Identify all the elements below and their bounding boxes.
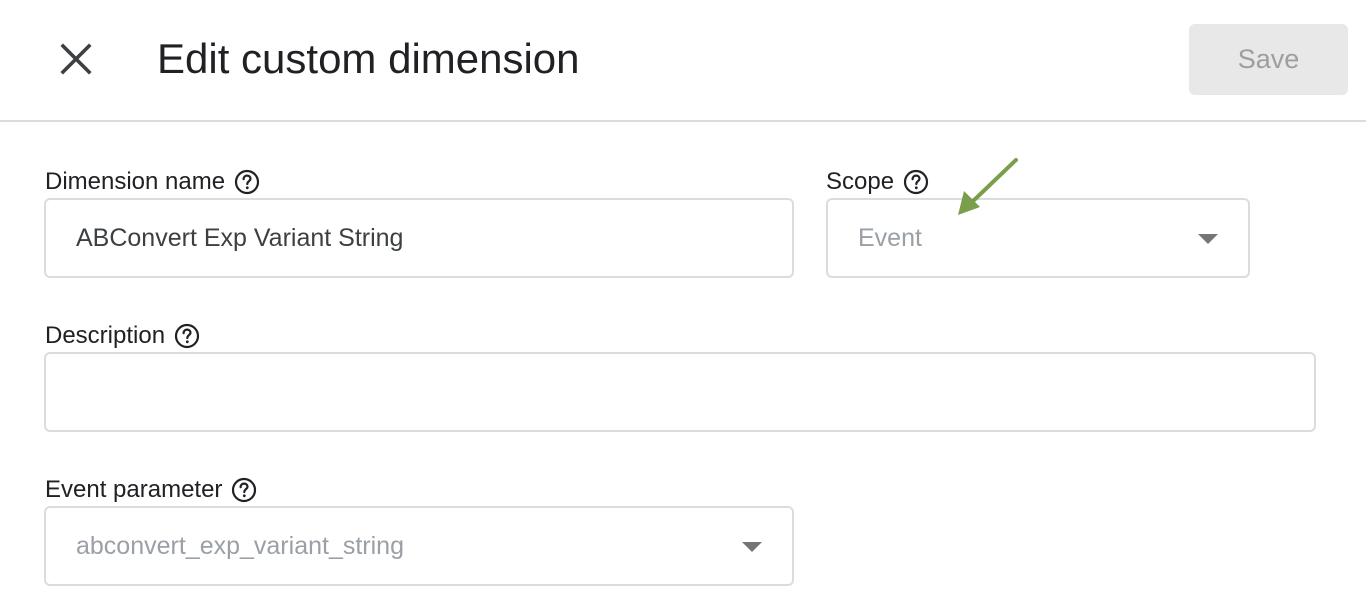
description-input[interactable]	[44, 352, 1316, 432]
page-title: Edit custom dimension	[157, 35, 580, 82]
scope-select[interactable]: Event	[826, 198, 1250, 278]
close-icon	[60, 43, 92, 75]
scope-value: Event	[858, 223, 922, 252]
annotation-arrow-icon	[958, 158, 1018, 215]
dialog-header: Edit custom dimension Save	[0, 0, 1366, 122]
save-button[interactable]: Save	[1189, 24, 1348, 95]
help-icon[interactable]	[234, 169, 260, 195]
dimension-name-label-row: Dimension name	[45, 167, 260, 197]
chevron-down-icon	[742, 542, 762, 552]
description-label-row: Description	[45, 321, 200, 351]
help-icon[interactable]	[174, 323, 200, 349]
event-parameter-label-row: Event parameter	[45, 475, 257, 505]
help-icon[interactable]	[903, 169, 929, 195]
help-icon[interactable]	[231, 477, 257, 503]
close-button[interactable]	[52, 35, 100, 83]
chevron-down-icon	[1198, 234, 1218, 244]
event-parameter-label: Event parameter	[45, 476, 223, 503]
event-parameter-value: abconvert_exp_variant_string	[76, 531, 404, 560]
scope-label-row: Scope	[826, 167, 929, 197]
description-label: Description	[45, 322, 166, 349]
dimension-name-label: Dimension name	[45, 168, 226, 195]
dimension-name-input[interactable]: ABConvert Exp Variant String	[44, 198, 794, 278]
edit-custom-dimension-dialog: Edit custom dimension Save Dimension nam…	[0, 0, 1366, 610]
scope-label: Scope	[826, 168, 895, 195]
event-parameter-select[interactable]: abconvert_exp_variant_string	[44, 506, 794, 586]
dimension-name-value: ABConvert Exp Variant String	[76, 223, 404, 252]
